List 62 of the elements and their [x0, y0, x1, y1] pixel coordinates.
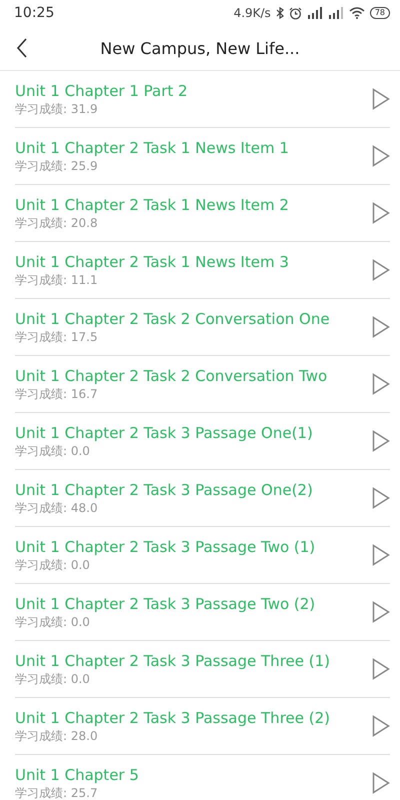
- play-icon[interactable]: [372, 259, 390, 281]
- lesson-item[interactable]: Unit 1 Chapter 2 Task 3 Passage Three (2) 学习成绩: 28.0: [15, 698, 390, 755]
- signal-icon: [328, 7, 344, 19]
- lesson-item[interactable]: Unit 1 Chapter 2 Task 2 Conversation Two 学习成绩: 16.7: [15, 356, 390, 413]
- lesson-score: 学习成绩: 48.0: [15, 500, 99, 516]
- lesson-title: Unit 1 Chapter 2 Task 3 Passage One(2): [15, 480, 313, 500]
- lesson-item[interactable]: Unit 1 Chapter 5 学习成绩: 25.7: [15, 755, 390, 800]
- play-icon[interactable]: [372, 658, 390, 680]
- play-icon[interactable]: [372, 88, 390, 110]
- lesson-item[interactable]: Unit 1 Chapter 2 Task 2 Conversation One 学习成绩: 17.5: [15, 299, 390, 356]
- lesson-item[interactable]: Unit 1 Chapter 2 Task 3 Passage One(2) 学习成绩: 48.0: [15, 470, 390, 527]
- bluetooth-icon: [276, 7, 284, 19]
- lesson-score: 学习成绩: 16.7: [15, 386, 99, 402]
- alarm-icon: [288, 6, 302, 20]
- play-icon[interactable]: [372, 145, 390, 167]
- lesson-item[interactable]: Unit 1 Chapter 2 Task 3 Passage Two (1) 学习成绩: 0.0: [15, 527, 390, 584]
- lesson-title: Unit 1 Chapter 2 Task 1 News Item 2: [15, 194, 289, 214]
- lesson-score: 学习成绩: 0.0: [15, 556, 91, 574]
- lesson-score: 学习成绩: 0.0: [15, 442, 91, 460]
- lesson-title: Unit 1 Chapter 2 Task 1 News Item 1: [15, 138, 289, 158]
- lesson-item[interactable]: Unit 1 Chapter 2 Task 3 Passage Two (2) 学习成绩: 0.0: [15, 584, 390, 641]
- lesson-item[interactable]: Unit 1 Chapter 2 Task 1 News Item 2 学习成绩: 20.8: [15, 185, 390, 242]
- lesson-title: Unit 1 Chapter 5: [15, 764, 139, 784]
- lesson-title: Unit 1 Chapter 2 Task 3 Passage Three (1): [15, 650, 330, 670]
- lesson-title: Unit 1 Chapter 2 Task 2 Conversation One: [15, 308, 330, 328]
- lesson-score: 学习成绩: 31.9: [15, 100, 99, 118]
- lesson-score: 学习成绩: 11.1: [15, 272, 99, 288]
- play-icon[interactable]: [372, 601, 390, 623]
- lesson-score: 学习成绩: 0.0: [15, 670, 91, 688]
- play-icon[interactable]: [372, 430, 390, 452]
- lesson-score: 学习成绩: 28.0: [15, 728, 99, 744]
- play-icon[interactable]: [372, 373, 390, 395]
- page-title: New Campus, New Life...: [100, 38, 300, 58]
- play-icon[interactable]: [372, 715, 390, 737]
- lesson-score: 学习成绩: 25.7: [15, 784, 99, 800]
- lesson-item[interactable]: Unit 1 Chapter 2 Task 3 Passage One(1) 学习成绩: 0.0: [15, 413, 390, 470]
- lesson-item[interactable]: Unit 1 Chapter 2 Task 3 Passage Three (1) 学习成绩: 0.0: [15, 641, 390, 698]
- lesson-title: Unit 1 Chapter 2 Task 3 Passage Three (2): [15, 708, 330, 728]
- lesson-score: 学习成绩: 20.8: [15, 214, 99, 232]
- signal-icon: [306, 7, 323, 19]
- lesson-score: 学习成绩: 17.5: [15, 328, 99, 346]
- lesson-score: 学习成绩: 25.9: [15, 158, 99, 174]
- play-icon[interactable]: [372, 544, 390, 566]
- lesson-item[interactable]: Unit 1 Chapter 1 Part 2 学习成绩: 31.9: [15, 71, 390, 128]
- network-speed: 4.9K/s: [234, 6, 271, 20]
- status-time: 10:25: [14, 5, 54, 21]
- battery-indicator: 78: [370, 7, 390, 19]
- play-icon[interactable]: [372, 202, 390, 224]
- lesson-title: Unit 1 Chapter 2 Task 2 Conversation Two: [15, 366, 328, 386]
- lesson-title: Unit 1 Chapter 1 Part 2: [15, 80, 188, 100]
- play-icon[interactable]: [372, 772, 390, 794]
- lesson-item[interactable]: Unit 1 Chapter 2 Task 1 News Item 3 学习成绩: 11.1: [15, 242, 390, 299]
- wifi-icon: [348, 7, 365, 19]
- lesson-title: Unit 1 Chapter 2 Task 3 Passage Two (2): [15, 594, 316, 614]
- lesson-title: Unit 1 Chapter 2 Task 3 Passage One(1): [15, 422, 313, 442]
- back-icon[interactable]: [16, 38, 28, 58]
- play-icon[interactable]: [372, 316, 390, 338]
- lesson-score: 学习成绩: 0.0: [15, 614, 91, 630]
- play-icon[interactable]: [372, 487, 390, 509]
- lesson-title: Unit 1 Chapter 2 Task 1 News Item 3: [15, 252, 289, 272]
- lesson-item[interactable]: Unit 1 Chapter 2 Task 1 News Item 1 学习成绩: 25.9: [15, 128, 390, 185]
- lesson-title: Unit 1 Chapter 2 Task 3 Passage Two (1): [15, 536, 316, 556]
